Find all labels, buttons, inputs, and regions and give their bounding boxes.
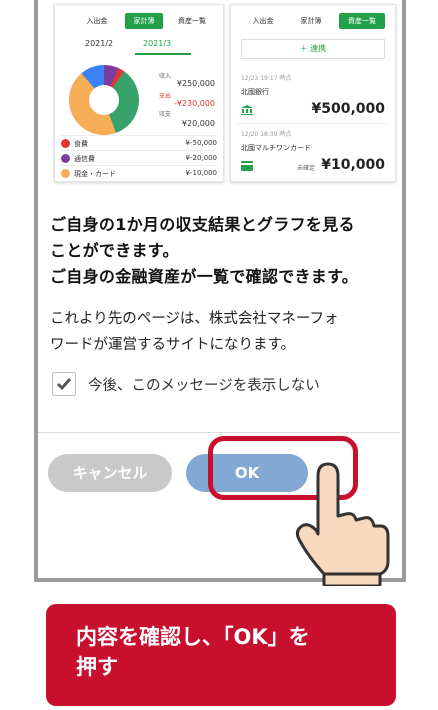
income-value: ¥250,000	[176, 79, 215, 88]
tab-deposits: 入出金	[252, 17, 274, 25]
category-row: 現金・カード ¥-10,000	[61, 165, 217, 180]
month-current: 2021/3	[143, 39, 172, 48]
expense-value: -¥230,000	[173, 99, 215, 108]
category-name: 食費	[74, 140, 88, 148]
expense-donut-chart	[69, 65, 139, 135]
card-icon	[61, 169, 70, 178]
balance-label: 収支	[159, 111, 172, 118]
tab-assets: 資産一覧	[339, 13, 385, 29]
dont-show-again-label[interactable]: 今後、このメッセージを表示しない	[88, 374, 320, 395]
month-underline	[135, 53, 191, 55]
account-name: 北國マルチワンカード	[241, 144, 311, 152]
category-amount: ¥-20,000	[185, 154, 217, 162]
bank-icon	[241, 105, 253, 115]
food-icon	[61, 139, 70, 148]
asset-list-preview: 入出金 家計簿 資産一覧 ＋ 連携 12/23 19:17 時点 北國銀行 ¥5…	[230, 4, 396, 182]
account-balance: ¥500,000	[311, 101, 385, 117]
dont-show-again-checkbox[interactable]	[52, 372, 76, 396]
tab-household: 家計簿	[300, 17, 322, 25]
month-prev: 2021/2	[85, 39, 114, 48]
cancel-button[interactable]: キャンセル	[48, 454, 172, 492]
checkmark-icon	[56, 378, 72, 391]
tab-assets: 資産一覧	[178, 17, 206, 25]
account-name: 北國銀行	[241, 88, 269, 96]
category-amount: ¥-10,000	[185, 169, 217, 177]
account-balance: ¥10,000	[321, 157, 385, 173]
caption-line: 押す	[76, 655, 118, 679]
phone-icon	[61, 154, 70, 163]
add-link-button: ＋ 連携	[241, 39, 385, 59]
description-line: ご自身の1か月の収支結果とグラフを見る	[50, 215, 355, 234]
tab-household: 家計簿	[125, 13, 163, 29]
dialog-divider	[38, 432, 400, 433]
credit-card-icon	[241, 161, 253, 171]
expense-label: 支出	[159, 93, 172, 100]
balance-value: ¥20,000	[181, 119, 215, 128]
category-row: 食費 ¥-50,000	[61, 135, 217, 150]
preview-images: 入出金 家計簿 資産一覧 2021/2 2021/3 収入 ¥250,000 支…	[54, 4, 396, 182]
external-site-notice: これより先のページは、株式会社マネーフォ ワードが運営するサイトになります。	[50, 306, 380, 358]
divider	[237, 123, 389, 124]
category-name: 現金・カード	[74, 170, 116, 178]
account-updated: 12/20 18:39 時点	[241, 131, 292, 138]
category-row: 通信費 ¥-20,000	[61, 150, 217, 165]
notice-line: これより先のページは、株式会社マネーフォ	[50, 311, 339, 327]
feature-description: ご自身の1か月の収支結果とグラフを見る ことができます。 ご自身の金融資産が一覧…	[50, 212, 380, 290]
description-line: ことができます。	[50, 241, 179, 260]
caption-line: 内容を確認し、「OK」を	[76, 625, 310, 649]
instruction-caption: 内容を確認し、「OK」を 押す	[46, 604, 396, 706]
income-label: 収入	[159, 73, 172, 80]
category-name: 通信費	[74, 155, 95, 163]
description-line: ご自身の金融資産が一覧で確認できます。	[50, 267, 359, 286]
category-amount: ¥-50,000	[185, 139, 217, 147]
tab-deposits: 入出金	[86, 17, 108, 25]
preview-tabs: 入出金 家計簿 資産一覧	[231, 13, 395, 29]
preview-tabs: 入出金 家計簿 資産一覧	[55, 13, 223, 29]
household-budget-preview: 入出金 家計簿 資産一覧 2021/2 2021/3 収入 ¥250,000 支…	[54, 4, 224, 182]
unconfirmed-label: 未確定	[296, 165, 315, 172]
account-updated: 12/23 19:17 時点	[241, 75, 292, 82]
pointing-hand-icon	[295, 462, 390, 586]
notice-line: ワードが運営するサイトになります。	[50, 337, 296, 353]
